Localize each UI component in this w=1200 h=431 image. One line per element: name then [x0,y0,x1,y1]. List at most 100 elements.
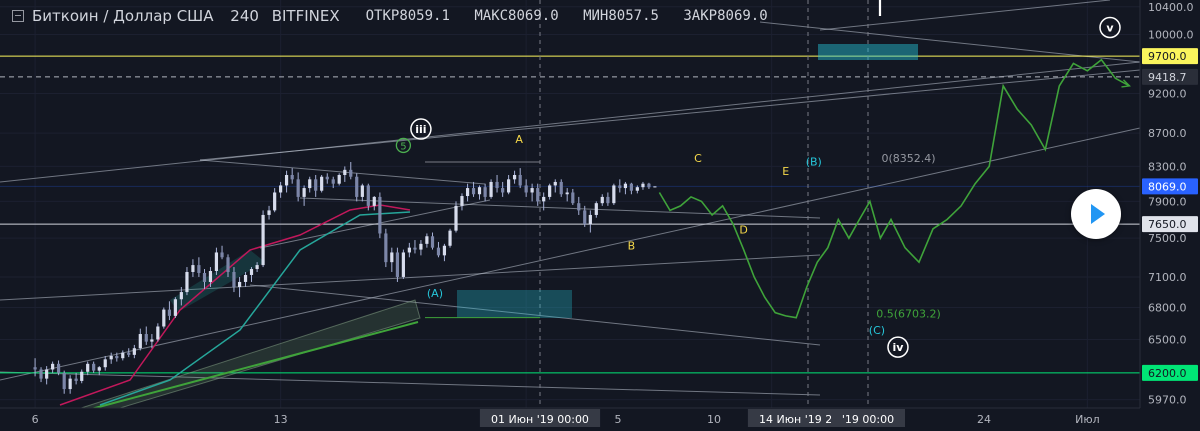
candle-body [267,210,271,215]
candle-body [127,352,131,355]
candle-body [606,196,610,204]
candle-body [594,203,598,215]
candle-body [583,210,587,225]
candle-body [419,243,423,250]
candle-body [530,188,534,193]
candle-body [623,183,628,189]
candle-body [518,175,522,186]
price-badge: 8069.0 [1148,180,1187,193]
candle-body [150,339,154,342]
candle-body [162,309,166,327]
candle-body [401,252,405,277]
candle-body [167,309,172,316]
chart-root[interactable]: A B C D E (B) (A) (C) 0(8352.4) 0.5(6703.2) iii iv v… [0,0,1200,427]
candle-body [366,185,370,206]
wave-annotation: 0.5(6703.2) [876,308,941,321]
candle-body [337,175,341,184]
candle-body [553,181,557,186]
candle [489,179,493,199]
candle-body [314,179,318,191]
chart-canvas[interactable]: A B C D E (B) (A) (C) 0(8352.4) 0.5(6703.2) iii iv v… [0,0,1200,427]
candle-body [349,169,353,177]
candle-body [138,334,142,349]
candle-body [635,187,639,191]
candle-body [237,281,242,287]
wave-annotation: C [694,152,702,165]
price-badge: 7650.0 [1148,218,1187,231]
wave-annotation: 0(8352.4) [881,152,935,165]
candle-body [68,378,72,390]
candle-body [395,252,400,277]
candle-body [33,367,37,370]
candle-body [495,181,499,189]
candle [378,192,382,239]
candle-body [629,183,633,191]
candle [448,228,452,248]
candle-body [80,371,84,381]
candle-body [536,188,540,202]
candle-body [97,367,101,371]
price-badge: 9700.0 [1148,50,1187,63]
candle-body [512,175,517,180]
candle-body [477,187,482,195]
candle-body [448,230,452,246]
price-badge: 6200.0 [1148,367,1187,380]
price-axis-tick: 10000.0 [1148,29,1194,42]
candle-body [308,179,312,189]
target-zone-bottom [457,290,572,318]
candle-body [103,359,107,368]
wave-annotation: D [739,223,747,236]
price-axis-tick: 8700.0 [1148,127,1187,140]
candle-body [179,292,183,300]
candle-body [360,185,364,197]
candle-body [185,271,189,293]
candle-body [255,265,259,270]
chart-background [0,0,1200,427]
candle-body [588,214,592,225]
candle-body [121,352,125,359]
candle-body [208,270,213,282]
wave-label-text: v [1106,21,1114,34]
candle-body [144,334,148,342]
candle-body [454,205,458,231]
target-zone-top [818,44,918,60]
wave-annotation: E [782,165,789,178]
candle-body [430,236,435,248]
candle-body [489,181,493,197]
candle [384,228,388,268]
candle [337,173,341,186]
candle-body [261,214,265,266]
candle-body [507,179,511,193]
candle-body [471,188,476,195]
candle-body [548,185,552,197]
candle [653,186,657,188]
candle-body [86,363,90,372]
candle-body [232,271,236,287]
candle [395,247,400,282]
candle-body [45,369,49,379]
price-axis-tick: 6800.0 [1148,302,1187,315]
candle-body [191,265,195,272]
candle-body [641,183,645,188]
candle-body [653,186,657,188]
price-axis-tick: 9200.0 [1148,88,1187,101]
candle-body [51,363,55,370]
candle-body [296,179,300,197]
play-replay-button[interactable] [1071,189,1121,239]
candle-body [390,252,394,263]
candle-body [559,181,563,195]
candle-body [115,355,119,359]
candle-body [74,378,78,381]
candle-body [425,236,429,244]
collapse-legend-icon[interactable] [12,10,24,22]
candle-body [483,187,487,197]
candle [612,183,616,205]
candle-body [273,192,277,211]
candle [454,201,458,233]
wave-label-text: iii [415,123,426,136]
candle-body [109,355,113,360]
wave-annotation: (A) [427,287,443,300]
candle-body [407,247,411,253]
price-axis-tick: 5970.0 [1148,394,1187,407]
candle [261,210,265,268]
